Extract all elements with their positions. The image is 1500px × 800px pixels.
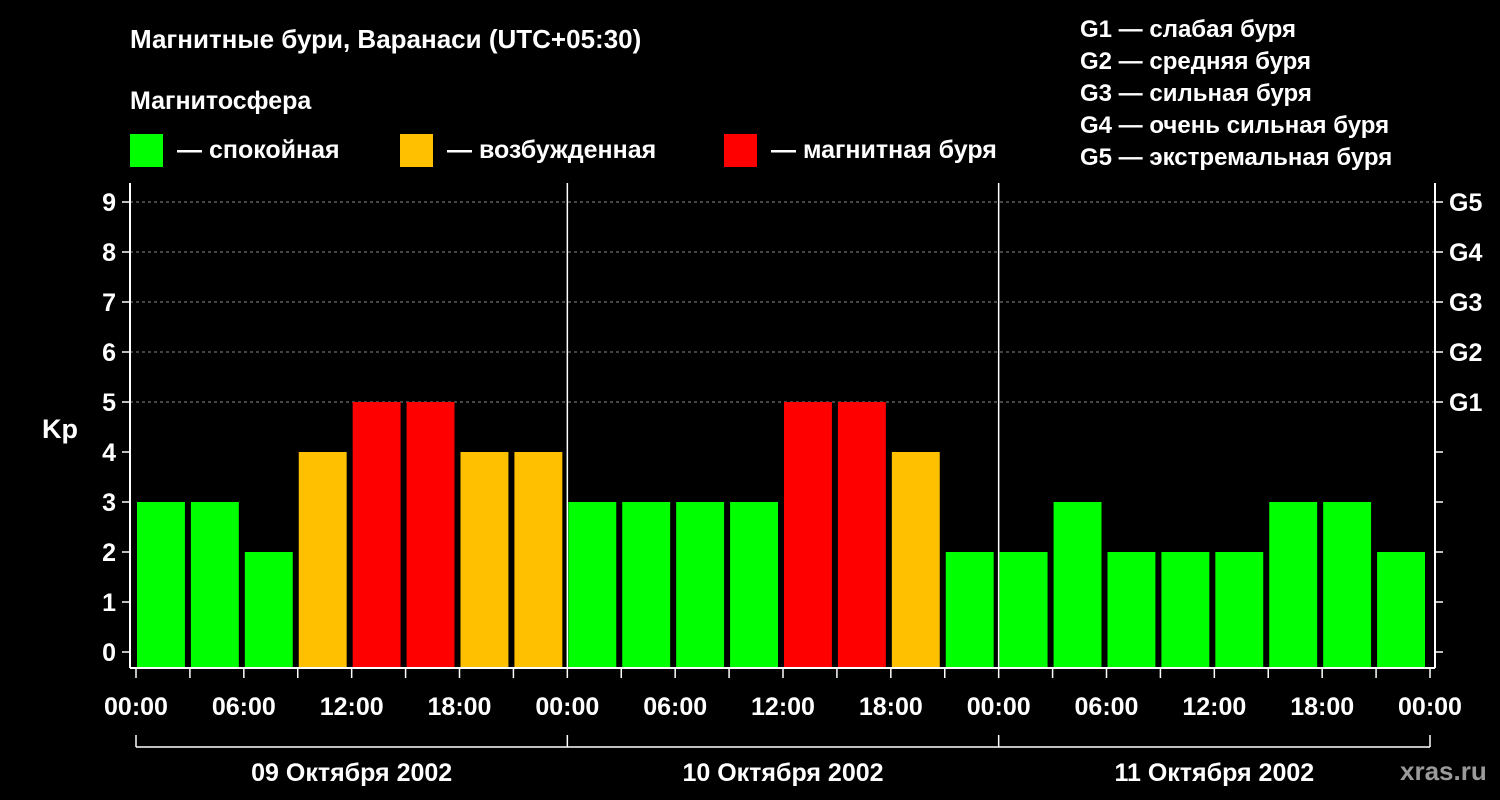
- y-tick-label: 4: [102, 439, 116, 467]
- x-tick-label: 18:00: [428, 693, 492, 721]
- g-scale-label: G4: [1449, 239, 1482, 267]
- kp-bar: [1161, 552, 1210, 668]
- kp-bar: [891, 452, 940, 668]
- g-scale-label: G2: [1449, 339, 1482, 367]
- y-tick-label: 9: [102, 189, 116, 217]
- g-scale-legend: G1 — слабая буря G2 — средняя буря G3 — …: [1080, 16, 1392, 171]
- kp-bar: [1269, 502, 1318, 668]
- y-tick-label: 5: [102, 389, 116, 417]
- legend-item-storm: — магнитная буря: [724, 134, 997, 167]
- plot-area: 0 1 2 3 4 5 6 7 8 9 G1 G2 G3 G4 G5 00:00 06:00 12:00 18:00…: [102, 183, 1482, 787]
- y-tick-label: 3: [102, 489, 116, 517]
- kp-bar: [406, 402, 455, 668]
- x-tick-label: 12:00: [320, 693, 384, 721]
- g-scale-label: G5: [1449, 189, 1482, 217]
- kp-bar: [622, 502, 671, 668]
- kp-bar: [999, 552, 1048, 668]
- g-legend-g3: G3 — сильная буря: [1080, 80, 1312, 107]
- g-legend-g1: G1 — слабая буря: [1080, 16, 1296, 43]
- day-label: 10 Октября 2002: [682, 759, 883, 787]
- kp-bar: [460, 452, 509, 668]
- kp-bar: [730, 502, 778, 668]
- kp-bar: [837, 402, 886, 668]
- g-legend-g4: G4 — очень сильная буря: [1080, 112, 1389, 139]
- g-legend-g5: G5 — экстремальная буря: [1080, 144, 1392, 171]
- x-tick-label: 06:00: [212, 693, 276, 721]
- day-label: 11 Октября 2002: [1114, 759, 1314, 787]
- kp-bar: [190, 502, 239, 668]
- kp-bar: [945, 552, 994, 668]
- kp-bar: [298, 452, 347, 668]
- x-tick-label: 00:00: [967, 693, 1031, 721]
- x-tick-label: 00:00: [104, 693, 168, 721]
- x-tick-label: 00:00: [1398, 693, 1462, 721]
- legend-label-quiet: — спокойная: [177, 136, 340, 164]
- watermark: xras.ru: [1400, 756, 1487, 786]
- legend-item-active: — возбужденная: [400, 134, 656, 167]
- legend-label-storm: — магнитная буря: [771, 136, 997, 164]
- y-tick-label: 8: [102, 239, 116, 267]
- kp-bar: [676, 502, 725, 668]
- day-label: 09 Октября 2002: [251, 759, 452, 787]
- kp-bar: [1215, 552, 1264, 668]
- legend-label-active: — возбужденная: [447, 136, 656, 164]
- y-tick-label: 7: [102, 289, 116, 317]
- legend-item-quiet: — спокойная: [130, 134, 340, 167]
- kp-bar: [137, 502, 185, 668]
- y-tick-label: 0: [102, 639, 116, 667]
- legend-heading: Магнитосфера: [130, 87, 312, 115]
- legend-swatch-quiet: [130, 134, 163, 167]
- x-tick-label: 18:00: [1290, 693, 1354, 721]
- y-tick-label: 1: [102, 589, 116, 617]
- kp-bar: [1107, 552, 1156, 668]
- x-tick-label: 18:00: [859, 693, 923, 721]
- g-scale-label: G1: [1449, 389, 1482, 417]
- g-scale-label: G3: [1449, 289, 1482, 317]
- x-tick-label: 00:00: [535, 693, 599, 721]
- y-tick-label: 2: [102, 539, 116, 567]
- kp-bar: [568, 502, 617, 668]
- kp-bar: [352, 402, 401, 668]
- kp-bar: [784, 402, 832, 668]
- x-tick-label: 12:00: [751, 693, 815, 721]
- x-tick-label: 06:00: [1075, 693, 1139, 721]
- kp-chart: Магнитные бури, Варанаси (UTC+05:30) Маг…: [42, 16, 1487, 787]
- g-legend-g2: G2 — средняя буря: [1080, 48, 1311, 75]
- kp-bar: [514, 452, 563, 668]
- y-tick-label: 6: [102, 339, 116, 367]
- x-tick-label: 06:00: [643, 693, 707, 721]
- legend-swatch-storm: [724, 134, 757, 167]
- chart-title: Магнитные бури, Варанаси (UTC+05:30): [130, 24, 641, 54]
- x-tick-label: 12:00: [1182, 693, 1246, 721]
- kp-bar: [1377, 552, 1425, 668]
- kp-bar: [1323, 502, 1372, 668]
- legend-swatch-active: [400, 134, 433, 167]
- y-axis-label: Kp: [42, 414, 78, 444]
- kp-bar: [1053, 502, 1102, 668]
- kp-bar: [244, 552, 293, 668]
